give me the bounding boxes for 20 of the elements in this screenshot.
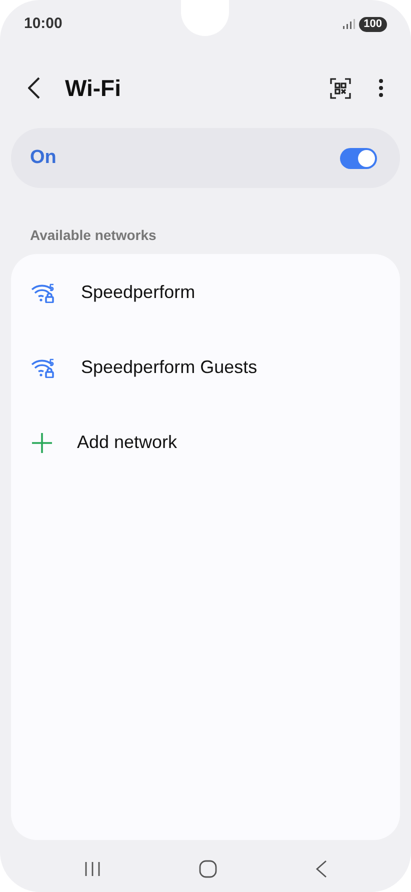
switch-label: On <box>30 146 56 170</box>
back-nav-icon[interactable] <box>315 860 327 878</box>
network-item[interactable]: Speedperform <box>11 255 400 330</box>
signal-icon <box>342 19 355 29</box>
network-name: Speedperform <box>81 281 196 304</box>
back-icon[interactable] <box>28 77 40 99</box>
qr-code-icon[interactable] <box>330 78 351 98</box>
home-icon[interactable] <box>199 860 217 878</box>
network-name: Speedperform Guests <box>81 356 258 379</box>
network-name: Add network <box>77 431 178 454</box>
network-item[interactable]: Speedperform Guests <box>11 330 400 405</box>
plus-icon <box>31 432 53 454</box>
network-item[interactable]: Add network <box>11 405 400 480</box>
more-options-icon[interactable] <box>379 79 383 97</box>
recent-apps-icon[interactable] <box>84 861 101 877</box>
wifi-toggle[interactable] <box>340 148 377 168</box>
section-header: Available networks <box>30 226 158 245</box>
status-time: 10:00 <box>24 14 62 34</box>
battery-level: 100 <box>358 16 387 32</box>
page-title: Wi-Fi <box>65 74 121 103</box>
